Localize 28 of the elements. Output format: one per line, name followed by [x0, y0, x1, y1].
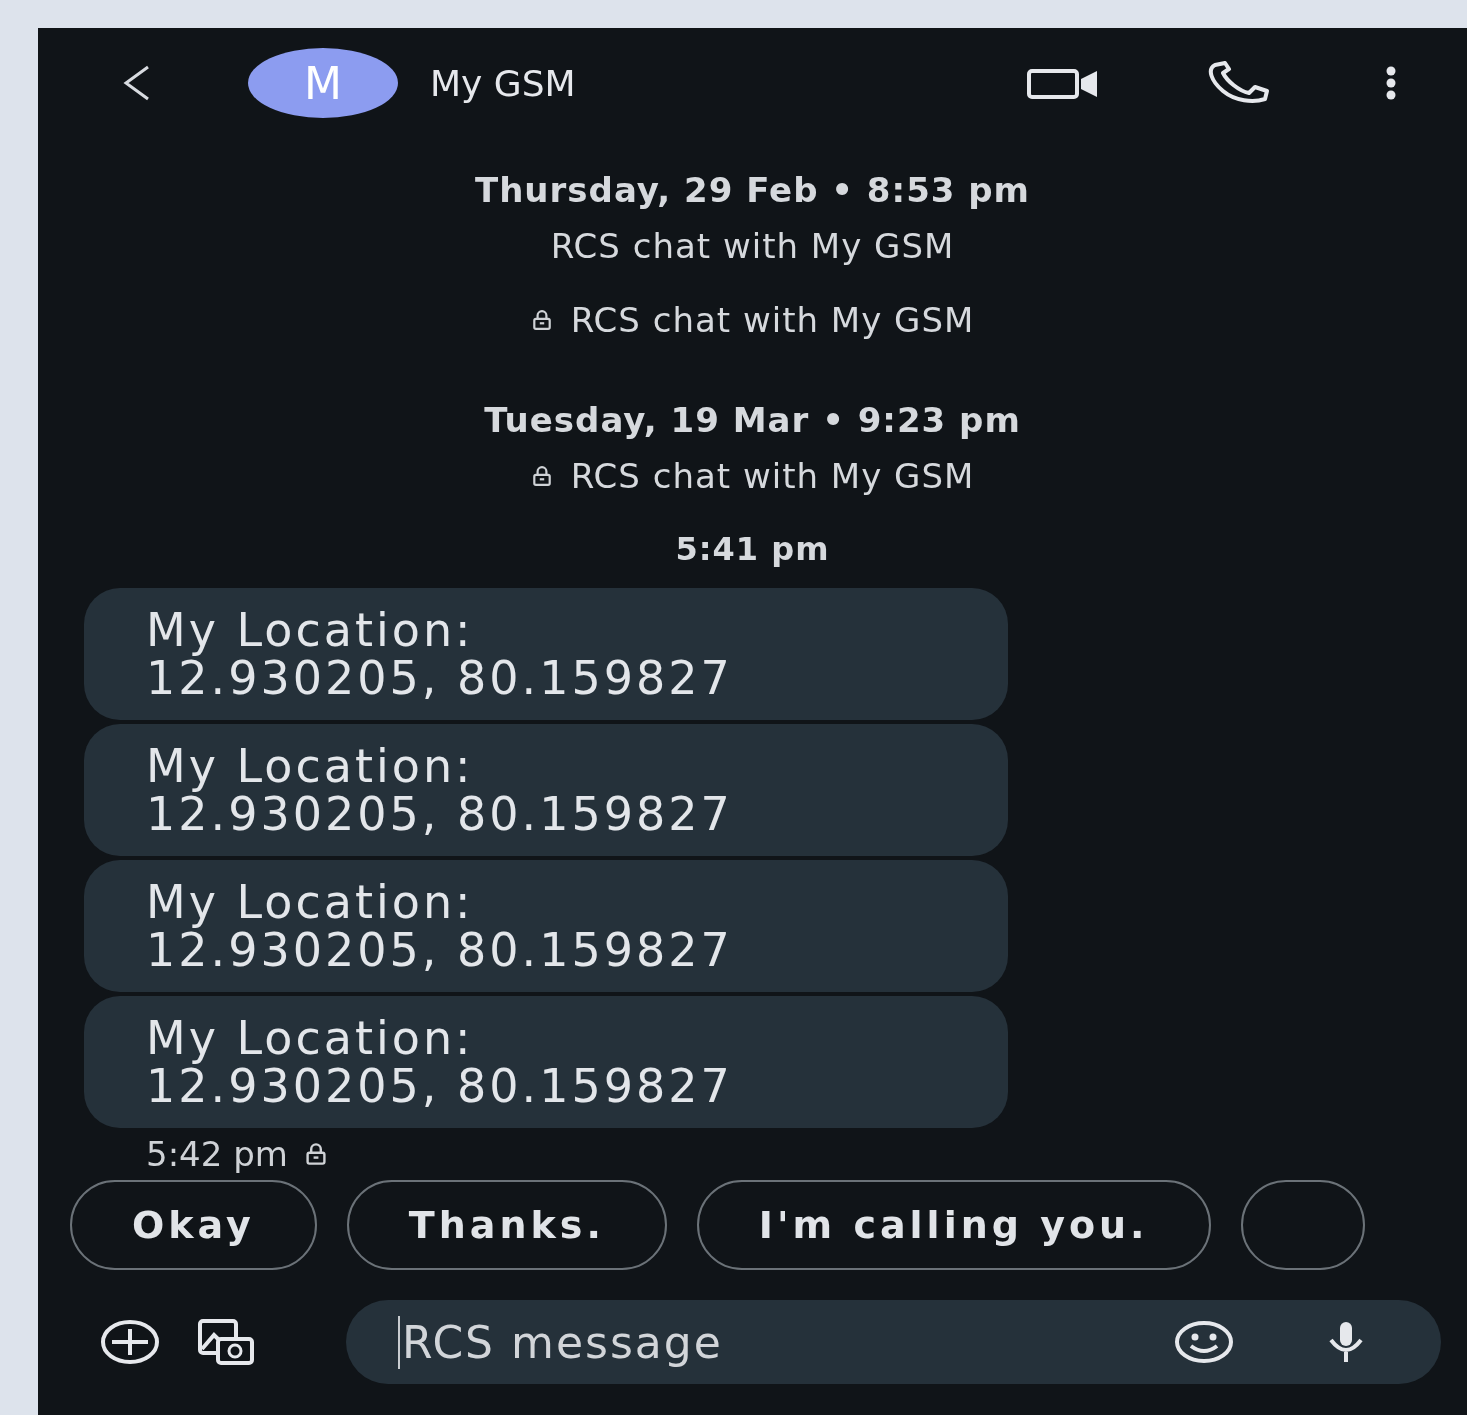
date-separator: Tuesday, 19 Mar • 9:23 pm [484, 400, 1021, 440]
smart-reply-chip[interactable]: Okay [70, 1180, 317, 1270]
smart-reply-chip[interactable]: Thanks. [346, 1180, 667, 1270]
message-text: My Location: [146, 606, 475, 654]
message-input[interactable]: RCS message [398, 1315, 1167, 1369]
lock-icon [530, 309, 553, 331]
message-text: My Location: [146, 742, 475, 790]
date-separator: Thursday, 29 Feb • 8:53 pm [474, 170, 1031, 210]
chat-info: RCS chat with My GSM [550, 226, 955, 266]
contact-name: My GSM [430, 62, 576, 104]
message-field[interactable]: RCS message [346, 1300, 1441, 1384]
chat-info: RCS chat with My GSM [570, 456, 975, 496]
lock-icon [303, 1142, 328, 1166]
lock-icon [530, 465, 553, 487]
smart-reply-chip[interactable] [1240, 1180, 1365, 1270]
message-text: My Location: [146, 1014, 475, 1062]
chat-info: RCS chat with My GSM [570, 300, 975, 340]
add-icon[interactable] [100, 1317, 160, 1367]
smart-reply-chip[interactable]: I'm calling you. [696, 1180, 1211, 1270]
more-icon[interactable] [1385, 65, 1397, 101]
message-text: My Location: [146, 878, 475, 926]
message-time: 5:41 pm [675, 530, 830, 568]
gallery-camera-icon[interactable] [196, 1317, 256, 1367]
message-bubble[interactable]: My Location: 12.930205, 80.159827 [84, 588, 1008, 720]
message-time: 5:42 pm [146, 1134, 288, 1174]
message-bubble[interactable]: My Location: 12.930205, 80.159827 [84, 724, 1008, 856]
message-bubble[interactable]: My Location: 12.930205, 80.159827 [84, 996, 1008, 1128]
message-bubble[interactable]: My Location: 12.930205, 80.159827 [84, 860, 1008, 992]
